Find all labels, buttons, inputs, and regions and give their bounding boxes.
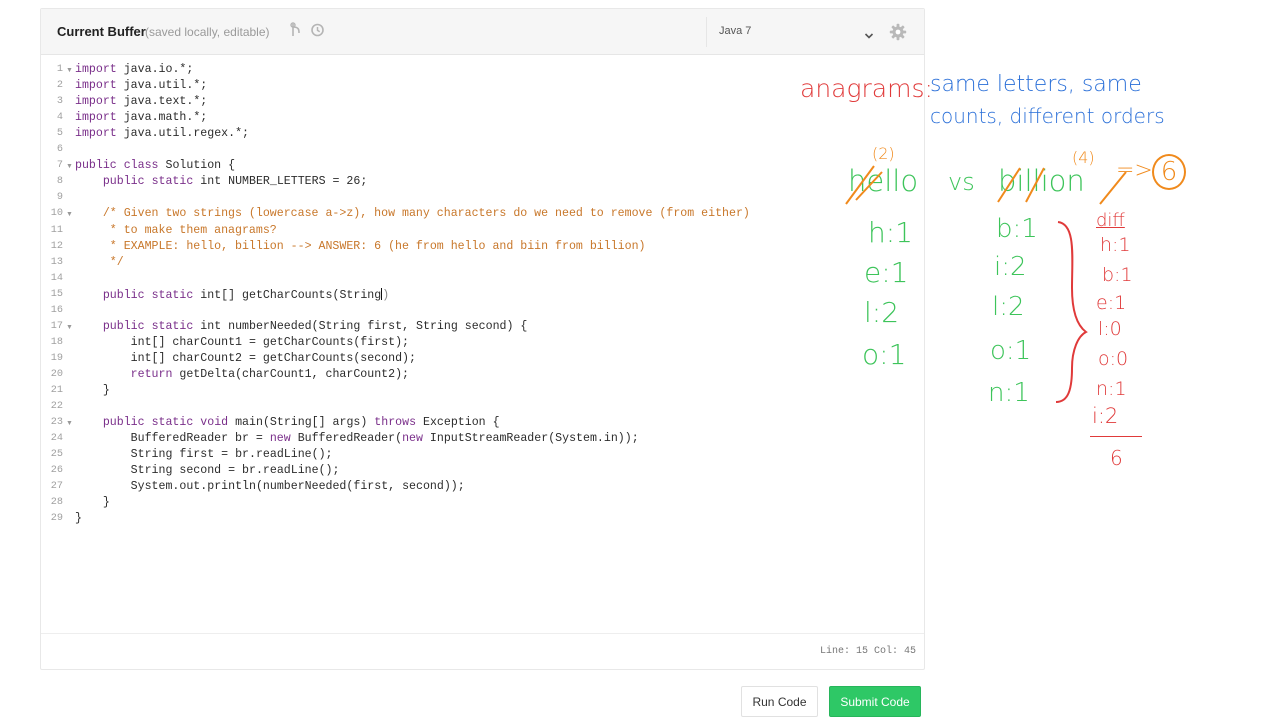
- language-selected: Java 7: [719, 25, 752, 37]
- line-number: 28: [50, 497, 63, 509]
- result-circled: 6: [1152, 154, 1186, 190]
- line-number: 14: [50, 272, 63, 284]
- code-line[interactable]: import java.util.*;: [75, 79, 207, 92]
- count2-l: l:2: [992, 292, 1025, 322]
- code-line[interactable]: String first = br.readLine();: [75, 448, 333, 461]
- gear-icon[interactable]: [889, 23, 907, 46]
- code-line[interactable]: * to make them anagrams?: [75, 224, 277, 237]
- code-line[interactable]: * EXAMPLE: hello, billion --> ANSWER: 6 …: [75, 240, 646, 253]
- line-number: 15: [50, 288, 63, 300]
- code-line[interactable]: String second = br.readLine();: [75, 464, 340, 477]
- code-line[interactable]: public static void main(String[] args) t…: [75, 416, 500, 429]
- diff-l: l:0: [1098, 318, 1122, 340]
- code-line[interactable]: import java.math.*;: [75, 111, 207, 124]
- count1-h: h:1: [868, 216, 913, 249]
- line-number: 5: [56, 128, 63, 140]
- line-number: 4: [56, 112, 63, 124]
- code-line[interactable]: public static int NUMBER_LETTERS = 26;: [75, 175, 367, 188]
- code-line[interactable]: BufferedReader br = new BufferedReader(n…: [75, 432, 639, 445]
- line-number: 2: [56, 80, 63, 92]
- line-number: 19: [50, 352, 63, 364]
- status-bar: Line: 15 Col: 45: [41, 633, 924, 669]
- line-number: 18: [50, 336, 63, 348]
- count2-n: n:1: [988, 378, 1030, 408]
- diff-n: n:1: [1096, 378, 1127, 400]
- line-number: 1: [56, 64, 63, 75]
- line-number: 8: [56, 176, 63, 188]
- chevron-down-icon: [864, 27, 874, 45]
- line-number: 13: [50, 256, 63, 268]
- code-line[interactable]: */: [75, 256, 124, 269]
- code-line[interactable]: /* Given two strings (lowercase a->z), h…: [75, 207, 750, 220]
- line-number: 12: [50, 240, 63, 252]
- editor-toolbar: Current Buffer (saved locally, editable)…: [41, 9, 924, 55]
- count2-b: b:1: [996, 214, 1038, 244]
- code-line[interactable]: public class Solution {: [75, 159, 235, 172]
- code-line[interactable]: return getDelta(charCount1, charCount2);: [75, 368, 409, 381]
- line-number: 11: [50, 224, 63, 236]
- count1-e: e:1: [864, 256, 909, 289]
- code-line[interactable]: import java.text.*;: [75, 95, 207, 108]
- brace-mark: [1055, 221, 1088, 403]
- cursor-position: Line: 15 Col: 45: [819, 646, 916, 657]
- diff-o: o:0: [1098, 348, 1129, 370]
- diff-total: 6: [1110, 446, 1123, 470]
- arrow-implies: =>: [1116, 158, 1153, 183]
- line-number: 16: [50, 304, 63, 316]
- code-line[interactable]: }: [75, 512, 82, 525]
- code-line[interactable]: System.out.println(numberNeeded(first, s…: [75, 480, 465, 493]
- count2-o: o:1: [990, 336, 1032, 366]
- line-number: 25: [50, 449, 63, 461]
- diff-e: e:1: [1096, 292, 1127, 314]
- run-code-button[interactable]: Run Code: [741, 686, 818, 717]
- diff-h: h:1: [1100, 234, 1131, 256]
- sum-line: [1090, 436, 1142, 437]
- definition-line-2: counts, different orders: [930, 104, 1165, 128]
- line-number: 6: [56, 144, 63, 156]
- code-line[interactable]: int[] charCount1 = getCharCounts(first);: [75, 336, 409, 349]
- submit-code-button[interactable]: Submit Code: [829, 686, 921, 717]
- definition-line-1: same letters, same: [930, 72, 1142, 97]
- diff-b: b:1: [1102, 264, 1133, 286]
- line-number: 29: [50, 513, 63, 525]
- anagrams-label: anagrams:: [800, 74, 933, 103]
- line-number: 26: [50, 465, 63, 477]
- fold-toggle-icon[interactable]: ▼: [66, 420, 73, 427]
- code-line[interactable]: public static int numberNeeded(String fi…: [75, 320, 528, 333]
- count1-l: l:2: [864, 296, 900, 329]
- line-number: 21: [50, 385, 63, 396]
- line-number: 27: [50, 481, 63, 493]
- line-number: 20: [50, 368, 63, 380]
- code-line[interactable]: }: [75, 496, 110, 509]
- code-line[interactable]: import java.util.regex.*;: [75, 127, 249, 140]
- code-line[interactable]: import java.io.*;: [75, 63, 193, 76]
- line-number: 3: [56, 96, 63, 108]
- fold-toggle-icon[interactable]: ▼: [66, 211, 73, 218]
- fold-toggle-icon[interactable]: ▼: [66, 163, 73, 170]
- count2-i: i:2: [994, 252, 1027, 282]
- line-number: 7: [56, 160, 63, 172]
- history-icon[interactable]: [309, 22, 327, 40]
- diff-i: i:2: [1092, 404, 1119, 428]
- diff-label: diff: [1096, 210, 1125, 231]
- fold-toggle-icon[interactable]: ▼: [66, 67, 73, 74]
- line-number: 17: [50, 320, 63, 332]
- branch-icon[interactable]: [289, 22, 307, 40]
- line-number: 24: [50, 433, 63, 445]
- code-line[interactable]: }: [75, 384, 110, 397]
- fold-toggle-icon[interactable]: ▼: [66, 324, 73, 331]
- code-line[interactable]: int[] charCount2 = getCharCounts(second)…: [75, 352, 416, 365]
- language-select[interactable]: Java 7: [706, 17, 882, 47]
- count1-o: o:1: [862, 338, 907, 371]
- line-number: 10: [50, 208, 63, 220]
- buffer-subtitle: (saved locally, editable): [145, 25, 270, 39]
- code-line[interactable]: public static int[] getCharCounts(String…: [75, 287, 389, 302]
- line-number: 23: [50, 417, 63, 429]
- buffer-title: Current Buffer: [57, 24, 146, 39]
- line-number: 22: [50, 401, 63, 413]
- line-number: 9: [56, 192, 63, 204]
- handwritten-notes: anagrams: same letters, same counts, dif…: [790, 60, 1280, 480]
